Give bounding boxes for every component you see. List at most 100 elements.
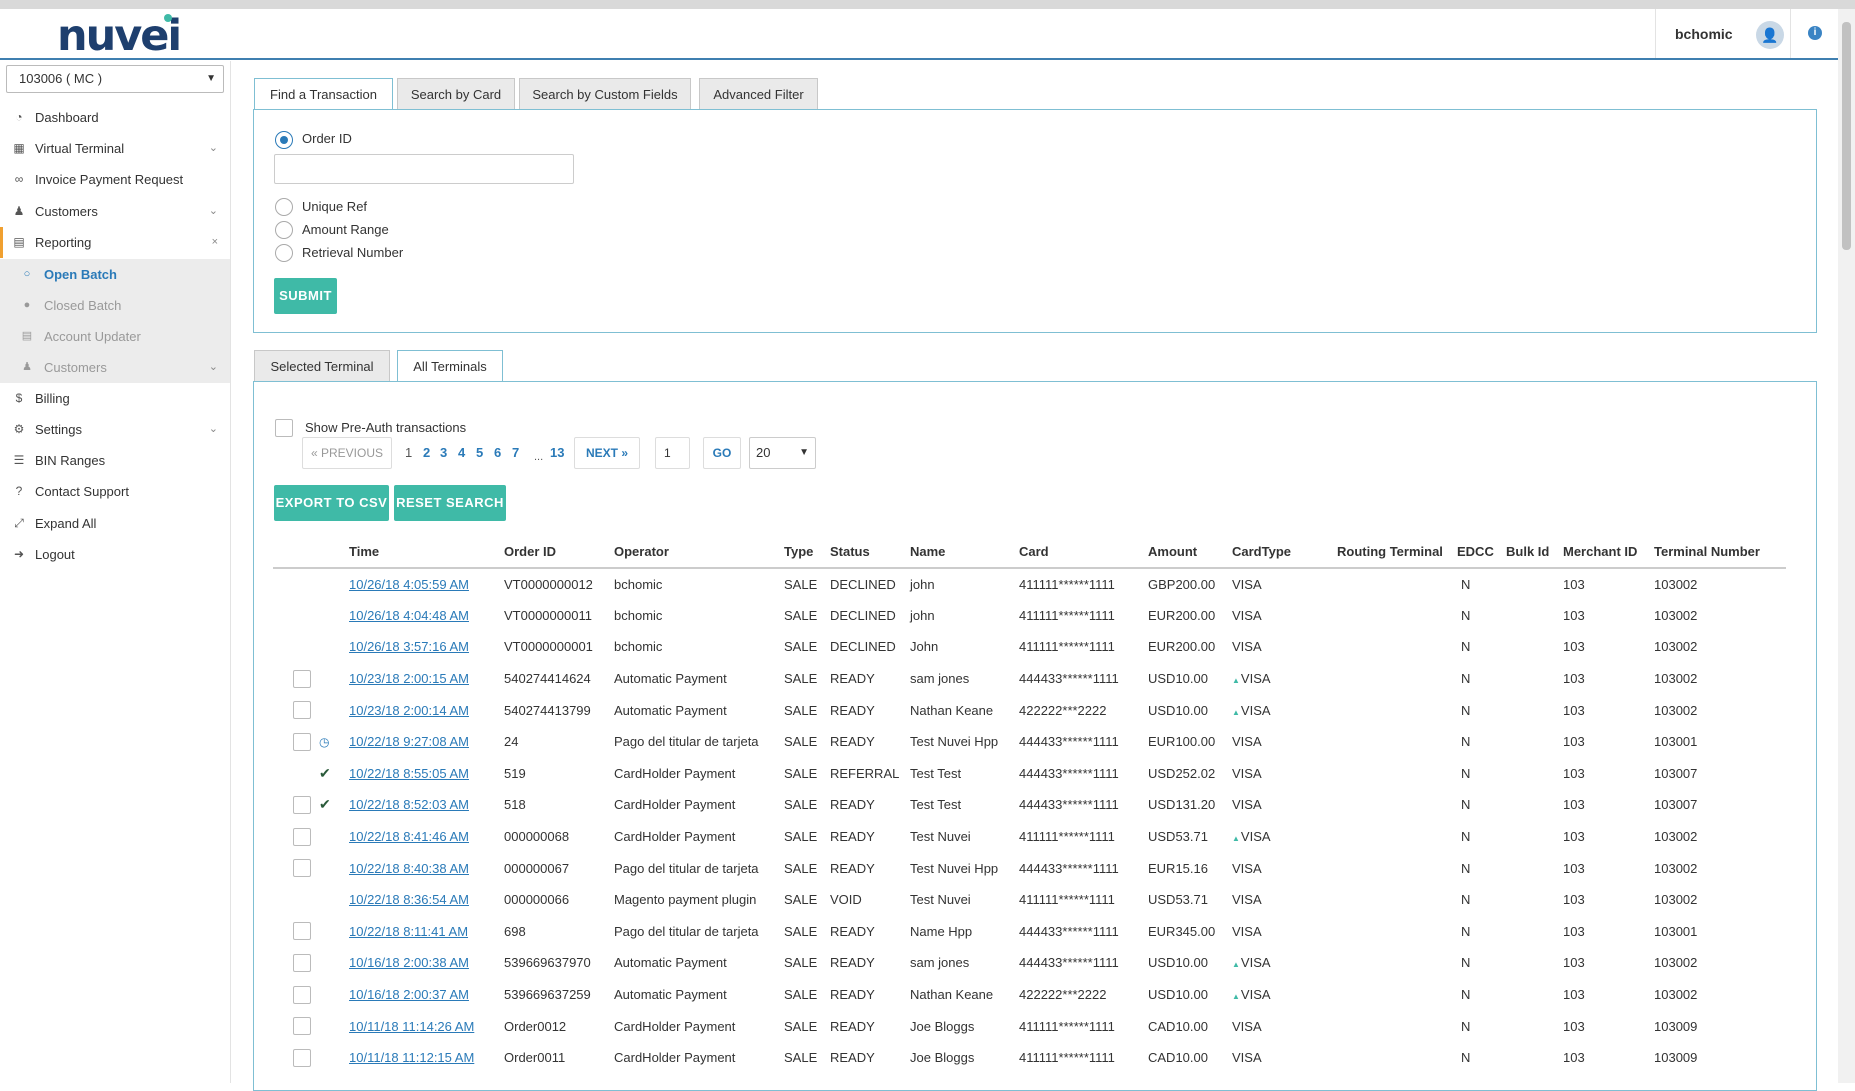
sidebar-item-virtual-terminal[interactable]: ▦ Virtual Terminal ⌄: [0, 133, 230, 164]
column-amount[interactable]: Amount: [1148, 536, 1232, 569]
page-link-7[interactable]: 7: [512, 445, 519, 460]
page-link-1[interactable]: 1: [405, 445, 412, 460]
page-link-13[interactable]: 13: [550, 445, 564, 460]
info-icon[interactable]: i: [1808, 26, 1822, 40]
column-cardtype[interactable]: CardType: [1232, 536, 1337, 569]
transaction-time-link[interactable]: 10/23/18 2:00:15 AM: [349, 671, 469, 686]
row-cardtype: VISA: [1232, 726, 1337, 758]
page-number-input[interactable]: 1: [655, 437, 690, 469]
row-checkbox[interactable]: [293, 1017, 311, 1036]
column-card[interactable]: Card: [1019, 536, 1148, 569]
go-button[interactable]: GO: [703, 437, 741, 469]
transaction-time-link[interactable]: 10/11/18 11:12:15 AM: [349, 1050, 474, 1065]
column-type[interactable]: Type: [784, 536, 830, 569]
previous-page-button[interactable]: « PREVIOUS: [302, 437, 392, 469]
page-link-2[interactable]: 2: [423, 445, 430, 460]
page-link-3[interactable]: 3: [440, 445, 447, 460]
sidebar-item-customers[interactable]: ♟ Customers ⌄: [0, 196, 230, 227]
sidebar-item-billing[interactable]: $ Billing: [0, 383, 230, 414]
column-terminal-number[interactable]: Terminal Number: [1654, 536, 1786, 569]
chevron-down-icon: ⌄: [208, 423, 218, 435]
page-link-6[interactable]: 6: [494, 445, 501, 460]
merchant-select[interactable]: 103006 ( MC ) ▼: [6, 65, 224, 93]
submenu-item-customers[interactable]: ♟ Customers ⌄: [0, 352, 230, 383]
username[interactable]: bchomic: [1675, 26, 1733, 42]
transaction-time-link[interactable]: 10/22/18 8:40:38 AM: [349, 861, 469, 876]
triangle-icon: ▲: [1232, 960, 1240, 970]
transaction-time-link[interactable]: 10/22/18 9:27:08 AM: [349, 734, 469, 749]
submenu-item-closed-batch[interactable]: ● Closed Batch: [0, 290, 230, 321]
row-checkbox[interactable]: [293, 827, 311, 846]
column-name[interactable]: Name: [910, 536, 1019, 569]
row-merchant-id: 103: [1563, 852, 1654, 884]
page-link-4[interactable]: 4: [458, 445, 465, 460]
tab-find-a-transaction[interactable]: Find a Transaction: [254, 78, 393, 111]
transaction-time-link[interactable]: 10/22/18 8:52:03 AM: [349, 797, 469, 812]
nuvei-logo[interactable]: nuvei: [57, 15, 182, 58]
tab-selected-terminal[interactable]: Selected Terminal: [254, 350, 390, 382]
column-order-id[interactable]: Order ID: [504, 536, 614, 569]
column-time[interactable]: Time: [349, 536, 504, 569]
order-id-input[interactable]: [274, 154, 574, 184]
transaction-time-link[interactable]: 10/26/18 4:04:48 AM: [349, 608, 469, 623]
transaction-time-link[interactable]: 10/11/18 11:14:26 AM: [349, 1019, 474, 1034]
transaction-time-link[interactable]: 10/23/18 2:00:14 AM: [349, 703, 469, 718]
page-size-select[interactable]: 20 ▼: [749, 437, 816, 469]
row-merchant-id: 103: [1563, 979, 1654, 1011]
row-checkbox[interactable]: [293, 1048, 311, 1067]
reset-search-button[interactable]: RESET SEARCH: [394, 485, 506, 521]
tab-advanced-filter[interactable]: Advanced Filter: [699, 78, 818, 110]
transaction-time-link[interactable]: 10/16/18 2:00:37 AM: [349, 987, 469, 1002]
row-checkbox[interactable]: [293, 795, 311, 814]
radio-unique-ref[interactable]: [275, 198, 293, 216]
column-bulk-id[interactable]: Bulk Id: [1506, 536, 1563, 569]
row-terminal-number: 103001: [1654, 726, 1786, 758]
row-time: 10/16/18 2:00:38 AM: [349, 947, 504, 979]
sidebar-item-settings[interactable]: ⚙ Settings ⌄: [0, 414, 230, 445]
close-icon[interactable]: ×: [212, 227, 218, 258]
column-status[interactable]: Status: [830, 536, 910, 569]
column-edcc[interactable]: EDCC: [1457, 536, 1506, 569]
scrollbar-thumb[interactable]: [1842, 22, 1851, 250]
row-mark-cell: ✔: [311, 758, 349, 790]
submenu-item-open-batch[interactable]: ○ Open Batch: [0, 259, 230, 290]
radio-retrieval-number[interactable]: [275, 244, 293, 262]
row-checkbox[interactable]: [293, 859, 311, 878]
page-link-5[interactable]: 5: [476, 445, 483, 460]
row-checkbox[interactable]: [293, 669, 311, 688]
sidebar-item-dashboard[interactable]: ◔ Dashboard: [0, 102, 230, 133]
transaction-time-link[interactable]: 10/22/18 8:55:05 AM: [349, 766, 469, 781]
radio-order-id[interactable]: [275, 131, 293, 149]
transaction-time-link[interactable]: 10/22/18 8:36:54 AM: [349, 892, 469, 907]
column-merchant-id[interactable]: Merchant ID: [1563, 536, 1654, 569]
sidebar-item-logout[interactable]: ➜ Logout: [0, 539, 230, 570]
preauth-checkbox[interactable]: [275, 419, 293, 437]
sidebar-item-expand-all[interactable]: ⤢ Expand All: [0, 508, 230, 539]
sidebar-item-bin-ranges[interactable]: ☰ BIN Ranges: [0, 445, 230, 476]
row-checkbox[interactable]: [293, 953, 311, 972]
transaction-time-link[interactable]: 10/22/18 8:11:41 AM: [349, 924, 468, 939]
export-csv-button[interactable]: EXPORT TO CSV: [274, 485, 389, 521]
tab-search-by-custom-fields[interactable]: Search by Custom Fields: [519, 78, 691, 110]
row-checkbox[interactable]: [293, 985, 311, 1004]
transaction-time-link[interactable]: 10/16/18 2:00:38 AM: [349, 955, 469, 970]
row-checkbox[interactable]: [293, 732, 311, 751]
row-checkbox[interactable]: [293, 922, 311, 941]
next-page-button[interactable]: NEXT »: [574, 437, 640, 469]
sidebar-item-reporting[interactable]: ▤ Reporting ×: [0, 227, 230, 258]
sidebar-item-invoice-payment-request[interactable]: ∞ Invoice Payment Request: [0, 164, 230, 195]
radio-amount-range[interactable]: [275, 221, 293, 239]
transaction-time-link[interactable]: 10/26/18 3:57:16 AM: [349, 639, 469, 654]
column-routing-terminal[interactable]: Routing Terminal: [1337, 536, 1457, 569]
row-checkbox[interactable]: [293, 701, 311, 720]
tab-all-terminals[interactable]: All Terminals: [397, 350, 503, 383]
submenu-item-account-updater[interactable]: ▤ Account Updater: [0, 321, 230, 352]
user-avatar-icon[interactable]: 👤: [1756, 21, 1784, 49]
submit-button[interactable]: SUBMIT: [274, 278, 337, 314]
sidebar-item-contact-support[interactable]: ? Contact Support: [0, 476, 230, 507]
column-operator[interactable]: Operator: [614, 536, 784, 569]
tab-search-by-card[interactable]: Search by Card: [397, 78, 515, 110]
transaction-time-link[interactable]: 10/26/18 4:05:59 AM: [349, 577, 469, 592]
row-amount: EUR15.16: [1148, 852, 1232, 884]
transaction-time-link[interactable]: 10/22/18 8:41:46 AM: [349, 829, 469, 844]
